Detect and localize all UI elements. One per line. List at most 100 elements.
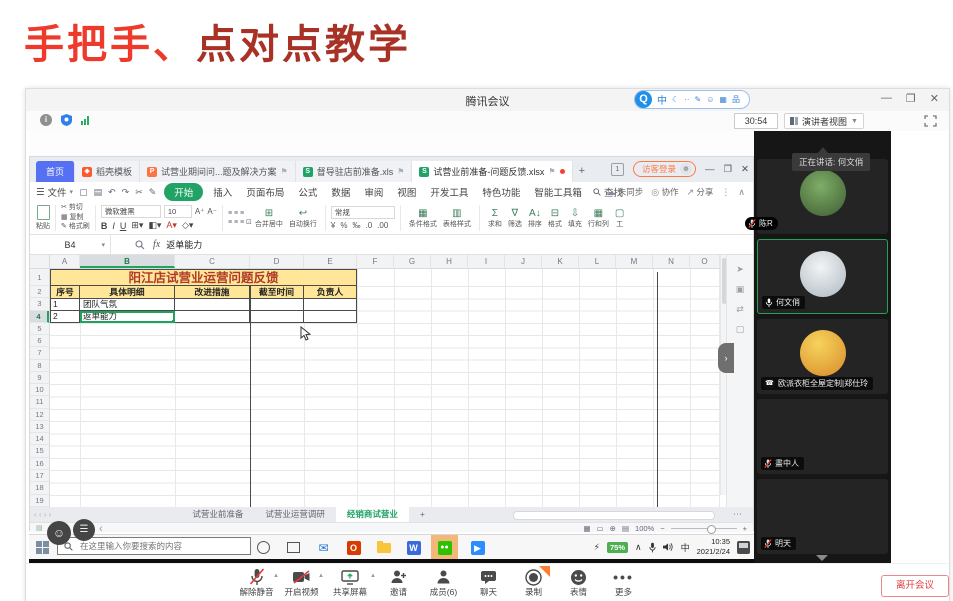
column-header[interactable]: B bbox=[80, 255, 175, 268]
horizontal-scrollbar[interactable] bbox=[513, 511, 715, 520]
ribbon-menu-item[interactable]: 智能工具箱 bbox=[527, 185, 589, 199]
clear-format-button[interactable]: ◇▾ bbox=[182, 220, 193, 231]
sheet-nav-arrows[interactable]: ‹ ‹ › › bbox=[34, 510, 51, 519]
row-header[interactable]: 16 bbox=[30, 458, 49, 470]
start-video-button[interactable]: 开启视频 ▲ bbox=[279, 568, 324, 598]
action-center-icon[interactable] bbox=[737, 541, 750, 554]
ime-smiley-icon[interactable]: ☺ bbox=[706, 95, 714, 104]
format-painter-button[interactable]: ✎ 格式刷 bbox=[61, 223, 90, 232]
window-manage-badge[interactable]: 1 bbox=[611, 163, 624, 176]
percent-button[interactable]: % bbox=[340, 221, 347, 230]
sum-button[interactable]: Σ 求和 bbox=[488, 208, 502, 229]
wps-tab-home[interactable]: 首页 bbox=[36, 161, 75, 182]
minimize-button[interactable]: — bbox=[881, 92, 892, 105]
hidden-icons-chevron[interactable]: ∧ bbox=[635, 542, 642, 553]
ribbon-menu-item[interactable]: 公式 bbox=[291, 185, 324, 199]
thousands-button[interactable]: ‰ bbox=[352, 221, 360, 230]
cursor-tool-icon[interactable]: ➤ bbox=[727, 264, 753, 275]
undo-icon[interactable]: ↶ bbox=[108, 187, 116, 198]
cell-A4[interactable]: 2 bbox=[50, 311, 80, 323]
row-header[interactable]: 12 bbox=[30, 409, 49, 421]
view-normal-icon[interactable]: ▦ bbox=[583, 524, 590, 533]
ribbon-menu-item[interactable]: 页面布局 bbox=[239, 185, 291, 199]
wps-tab-docer[interactable]: ◆ 稻壳模板 bbox=[75, 161, 140, 182]
wrap-text-button[interactable]: ↩ 自动换行 bbox=[289, 208, 317, 229]
wps-tab-ppt-doc[interactable]: P 试营业期间问...题及解决方案 ⚑ bbox=[140, 161, 296, 182]
more-vert-icon[interactable]: ⋮ bbox=[721, 187, 730, 198]
guest-login-button[interactable]: 访客登录 ☻ bbox=[633, 161, 696, 177]
zoom-level[interactable]: 100% bbox=[635, 524, 654, 533]
unmute-button[interactable]: 解除静音 ▲ bbox=[234, 568, 279, 598]
row-header[interactable]: 18 bbox=[30, 482, 49, 494]
floating-emoji-button[interactable]: ☺ bbox=[47, 521, 71, 545]
zoom-out-button[interactable]: − bbox=[660, 524, 664, 533]
cell-grid[interactable]: 阳江店试营业运营问题反馈 序号 具体明细 改进措施 截至时间 负责人 1 团队气… bbox=[50, 269, 720, 507]
emoji-button[interactable]: 表情 bbox=[556, 568, 601, 598]
participant-tile[interactable]: 畫中人 bbox=[757, 399, 888, 474]
row-header[interactable]: 4 bbox=[30, 311, 49, 323]
wps-minimize-button[interactable]: — bbox=[705, 164, 715, 175]
leave-meeting-button[interactable]: 离开会议 bbox=[881, 575, 949, 597]
battery-level[interactable]: 75% bbox=[607, 542, 628, 553]
invite-button[interactable]: 邀请 bbox=[376, 568, 421, 598]
select-all-corner[interactable] bbox=[30, 255, 50, 269]
ribbon-menu-item[interactable]: 特色功能 bbox=[475, 185, 527, 199]
participant-tile[interactable]: 何文俏 bbox=[757, 239, 888, 314]
name-box[interactable]: B4 ▾ bbox=[30, 235, 111, 255]
scroll-participants-down-icon[interactable] bbox=[816, 555, 828, 561]
row-header[interactable]: 17 bbox=[30, 470, 49, 482]
row-header[interactable]: 10 bbox=[30, 384, 49, 396]
view-page-icon[interactable]: ▭ bbox=[597, 524, 604, 533]
window-panel-icon[interactable]: ▢ bbox=[727, 324, 753, 335]
column-header[interactable]: G bbox=[394, 255, 431, 268]
cell-B3[interactable]: 团队气氛 bbox=[80, 299, 175, 311]
tray-mic-icon[interactable] bbox=[649, 542, 656, 553]
ime-grid-icon[interactable]: 品 bbox=[732, 94, 740, 105]
participant-tile[interactable]: 明天 bbox=[757, 479, 888, 554]
fill-color-button[interactable]: ◧▾ bbox=[148, 220, 161, 231]
add-sheet-button[interactable]: + bbox=[409, 507, 436, 522]
settings-slider-icon[interactable]: ⇄ bbox=[727, 304, 753, 315]
close-button[interactable]: ✕ bbox=[930, 92, 939, 105]
column-header[interactable]: O bbox=[690, 255, 720, 268]
ribbon-menu-item[interactable]: 插入 bbox=[206, 185, 239, 199]
row-header[interactable]: 1 bbox=[30, 269, 49, 286]
column-header[interactable]: I bbox=[468, 255, 505, 268]
ime-lang-toggle[interactable]: 中 bbox=[657, 92, 667, 107]
sheet-tab-active[interactable]: 经销商试营业 bbox=[336, 507, 409, 522]
ime-toolbar[interactable]: Q 中 ☾ ·· ✎ ☺ ▦ 品 bbox=[634, 90, 750, 109]
fill-button[interactable]: ⇩ 填充 bbox=[568, 208, 582, 229]
ribbon-menu-item[interactable]: 审阅 bbox=[357, 185, 390, 199]
header-cell[interactable]: 改进措施 bbox=[175, 286, 250, 299]
pin-icon[interactable]: ⚑ bbox=[548, 167, 555, 176]
table-title-cell[interactable]: 阳江店试营业运营问题反馈 bbox=[50, 269, 357, 286]
collab-button[interactable]: ◎ 协作 bbox=[651, 186, 678, 198]
task-view-icon[interactable] bbox=[285, 539, 302, 556]
ribbon-menu-item[interactable]: 开始 bbox=[164, 183, 203, 201]
header-cell[interactable]: 序号 bbox=[50, 286, 80, 299]
merge-center-button[interactable]: ⊞ 合并居中 bbox=[255, 208, 283, 229]
row-header[interactable]: 11 bbox=[30, 396, 49, 408]
column-header[interactable]: D bbox=[250, 255, 304, 268]
wechat-icon[interactable]: ●● bbox=[436, 539, 453, 556]
underline-button[interactable]: U bbox=[120, 221, 127, 231]
meeting-info-icon[interactable]: i bbox=[40, 114, 52, 126]
row-header[interactable]: 9 bbox=[30, 372, 49, 384]
font-color-button[interactable]: A▾ bbox=[166, 220, 177, 231]
ribbon-menu-item[interactable]: 数据 bbox=[324, 185, 357, 199]
column-header[interactable]: C bbox=[175, 255, 250, 268]
header-cell[interactable]: 截至时间 bbox=[250, 286, 304, 299]
cell-C3[interactable] bbox=[175, 299, 250, 311]
wps-restore-button[interactable]: ❐ bbox=[724, 164, 733, 175]
row-header[interactable]: 13 bbox=[30, 421, 49, 433]
cortana-icon[interactable] bbox=[255, 539, 272, 556]
row-header[interactable]: 19 bbox=[30, 495, 49, 507]
expand-panel-tab[interactable]: › bbox=[718, 343, 734, 373]
more-sheets-icon[interactable]: ⋯ bbox=[733, 509, 743, 520]
ime-keyboard-icon[interactable]: ▦ bbox=[719, 95, 727, 104]
zoom-formula-icon[interactable] bbox=[135, 240, 145, 250]
security-shield-icon[interactable] bbox=[61, 114, 72, 126]
worksheet-button-clipped[interactable]: ▢ 工 bbox=[615, 208, 624, 229]
format-button[interactable]: ⊟ 格式 bbox=[548, 208, 562, 229]
sort-button[interactable]: A↓ 排序 bbox=[528, 208, 542, 229]
